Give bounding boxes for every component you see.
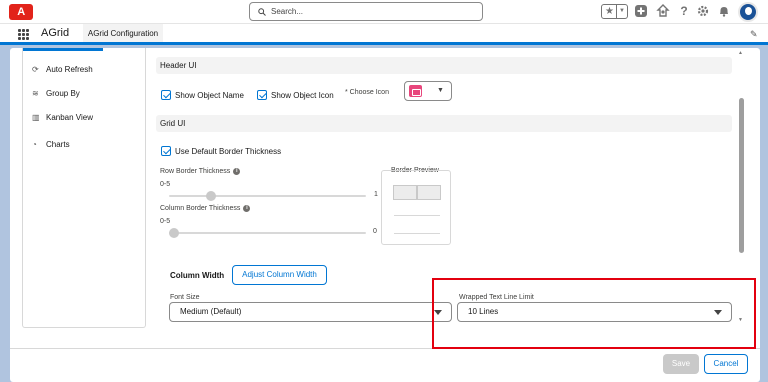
choose-icon-picker[interactable]: ▼ bbox=[404, 81, 452, 101]
font-size-label: Font Size bbox=[170, 294, 200, 301]
column-width-label: Column Width bbox=[170, 271, 225, 280]
preview-row-line bbox=[394, 233, 440, 234]
search-placeholder: Search... bbox=[271, 7, 304, 16]
adjust-column-width-button[interactable]: Adjust Column Width bbox=[232, 265, 327, 285]
use-default-border-checkbox[interactable] bbox=[161, 146, 171, 156]
avatar-head bbox=[745, 7, 752, 15]
global-header: A Search... ★ ▼ ? bbox=[0, 0, 768, 24]
column-border-slider[interactable] bbox=[169, 228, 366, 238]
column-border-value: 0 bbox=[373, 228, 377, 235]
choose-icon-label: * Choose Icon bbox=[345, 89, 389, 96]
info-icon[interactable]: i bbox=[233, 168, 241, 175]
sidebar-item-group-by[interactable]: ≋ Group By bbox=[32, 87, 80, 101]
favorites-button[interactable]: ★ ▼ bbox=[601, 4, 628, 19]
sidebar-item-auto-refresh[interactable]: ⟳ Auto Refresh bbox=[32, 63, 93, 77]
favorites-star-icon: ★ bbox=[605, 6, 614, 17]
refresh-icon: ⟳ bbox=[32, 65, 39, 74]
sidebar-item-label: Kanban View bbox=[46, 113, 93, 122]
column-border-label: Column Border Thickness i bbox=[160, 205, 251, 212]
show-object-name-label: Show Object Name bbox=[175, 91, 244, 100]
sidebar-item-label: Group By bbox=[46, 89, 80, 98]
search-icon bbox=[258, 8, 266, 16]
help-icon[interactable]: ? bbox=[677, 4, 691, 18]
info-icon[interactable]: i bbox=[243, 205, 251, 212]
section-header-ui: Header UI bbox=[156, 57, 732, 74]
app-nav-bar: AGrid AGrid Configuration ✎ bbox=[0, 24, 768, 45]
notifications-bell-icon[interactable] bbox=[717, 4, 731, 18]
sidebar-item-charts[interactable]: ◔ Charts bbox=[32, 138, 70, 152]
sidebar-item-kanban-view[interactable]: ▥ Kanban View bbox=[32, 111, 93, 125]
show-object-icon-label: Show Object Icon bbox=[271, 91, 334, 100]
setup-gear-icon[interactable] bbox=[696, 4, 710, 18]
row-border-label-text: Row Border Thickness bbox=[160, 168, 231, 175]
show-object-icon-checkbox[interactable] bbox=[257, 90, 267, 100]
sidebar-item-label: Charts bbox=[46, 140, 70, 149]
font-size-select[interactable]: Medium (Default) bbox=[169, 302, 452, 322]
config-side-nav: ⟳ Auto Refresh ≋ Group By ▥ Kanban View ◔ Ch… bbox=[22, 48, 146, 328]
object-icon-swatch bbox=[409, 85, 422, 97]
font-size-value: Medium (Default) bbox=[180, 307, 242, 316]
cancel-button[interactable]: Cancel bbox=[704, 354, 748, 374]
column-border-slider-knob[interactable] bbox=[169, 228, 179, 238]
edit-nav-pencil-icon[interactable]: ✎ bbox=[750, 29, 758, 40]
row-border-label: Row Border Thickness i bbox=[160, 168, 241, 175]
tab-agrid-configuration[interactable]: AGrid Configuration bbox=[83, 24, 163, 45]
row-border-slider[interactable] bbox=[169, 191, 366, 201]
row-border-slider-knob[interactable] bbox=[206, 191, 216, 201]
highlight-annotation-box bbox=[432, 278, 756, 349]
row-border-value: 1 bbox=[374, 191, 378, 198]
sidebar-item-label: Auto Refresh bbox=[46, 65, 93, 74]
app-launcher-icon[interactable] bbox=[18, 29, 29, 40]
section-grid-ui: Grid UI bbox=[156, 115, 732, 132]
preview-row-line bbox=[394, 215, 440, 216]
app-name: AGrid bbox=[41, 27, 70, 39]
trailhead-icon[interactable] bbox=[656, 4, 670, 18]
side-nav-active-indicator bbox=[23, 48, 103, 51]
chevron-down-icon[interactable]: ▼ bbox=[616, 5, 627, 18]
chevron-down-icon: ▼ bbox=[437, 87, 444, 94]
add-icon[interactable] bbox=[634, 4, 648, 18]
logo-text: A bbox=[17, 6, 25, 18]
column-border-range: 0-5 bbox=[160, 218, 171, 225]
show-object-name-checkbox[interactable] bbox=[161, 90, 171, 100]
use-default-border-label: Use Default Border Thickness bbox=[175, 147, 282, 156]
column-border-label-text: Column Border Thickness bbox=[160, 205, 241, 212]
border-preview-box bbox=[381, 170, 451, 245]
kanban-icon: ▥ bbox=[32, 113, 40, 122]
scroll-up-icon[interactable]: ▲ bbox=[738, 50, 743, 56]
save-button[interactable]: Save bbox=[663, 354, 699, 374]
scrollbar-thumb[interactable] bbox=[739, 98, 744, 253]
row-border-range: 0-5 bbox=[160, 181, 171, 188]
app-logo[interactable]: A bbox=[9, 4, 33, 20]
global-search-input[interactable]: Search... bbox=[249, 2, 483, 21]
layers-icon: ≋ bbox=[32, 89, 39, 98]
pie-chart-icon: ◔ bbox=[32, 140, 37, 149]
avatar[interactable] bbox=[738, 2, 758, 22]
preview-cell bbox=[417, 185, 441, 200]
preview-cell bbox=[393, 185, 417, 200]
